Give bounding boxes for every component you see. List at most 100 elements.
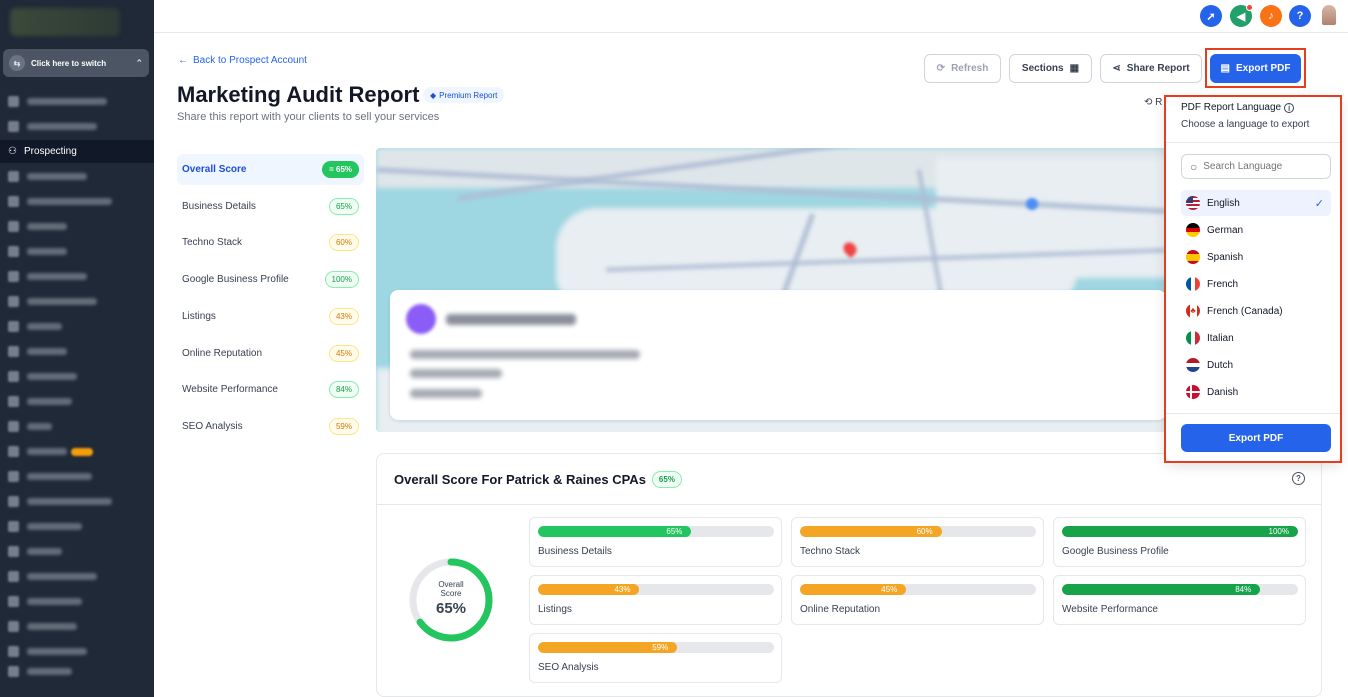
sidebar-item-label: [27, 198, 112, 205]
rocket-icon[interactable]: ➚: [1200, 5, 1222, 27]
metric-card[interactable]: 84% Website Performance: [1053, 575, 1306, 625]
metric-card[interactable]: 45% Online Reputation: [791, 575, 1044, 625]
sidebar-item[interactable]: [0, 165, 154, 188]
help-icon[interactable]: ?: [1289, 5, 1311, 27]
metric-label: Business Details: [538, 546, 612, 557]
sidebar-item[interactable]: [0, 240, 154, 263]
grid-icon: ▦: [1069, 63, 1080, 74]
share-report-button[interactable]: ⋖ Share Report: [1100, 54, 1202, 83]
megaphone-icon[interactable]: ◀: [1230, 4, 1253, 27]
sidebar-item-label: [27, 273, 87, 280]
sidebar-item-label: [27, 473, 92, 480]
score-nav-item[interactable]: Online Reputation 45%: [177, 338, 364, 369]
sidebar-item[interactable]: [0, 565, 154, 588]
progress-track: 43%: [538, 584, 774, 595]
nav-icon: [8, 246, 19, 257]
sidebar-item[interactable]: [0, 190, 154, 213]
chevron-updown-icon: ⌃: [135, 57, 143, 68]
nav-icon: [8, 571, 19, 582]
nav-icon: [8, 646, 19, 657]
sidebar-item[interactable]: [0, 115, 154, 138]
help-icon[interactable]: ?: [1292, 472, 1305, 485]
back-to-prospect-link[interactable]: ← Back to Prospect Account: [178, 55, 307, 66]
sidebar-item-label: [27, 598, 82, 605]
sidebar-item[interactable]: [0, 615, 154, 638]
nav-icon: [8, 171, 19, 182]
sidebar-item[interactable]: [0, 390, 154, 413]
location-dot-icon: [1026, 198, 1038, 210]
metric-label: Techno Stack: [800, 546, 861, 557]
premium-label: Premium Report: [439, 90, 498, 100]
sidebar-item[interactable]: [0, 415, 154, 438]
sections-button[interactable]: Sections ▦: [1009, 54, 1092, 83]
metric-label: Website Performance: [1062, 604, 1158, 615]
sidebar-item-label: [27, 98, 107, 105]
user-avatar[interactable]: [1322, 5, 1336, 25]
bell-icon[interactable]: ♪: [1260, 5, 1282, 27]
metric-card[interactable]: 65% Business Details: [529, 517, 782, 567]
sidebar-item-prospecting[interactable]: ⚇ Prospecting: [0, 140, 154, 163]
sidebar-item-label: [27, 223, 67, 230]
score-nav-item[interactable]: SEO Analysis 59%: [177, 411, 364, 442]
panel-divider: [377, 504, 1321, 505]
score-nav-item[interactable]: Business Details 65%: [177, 191, 364, 222]
sidebar-item[interactable]: [0, 440, 154, 463]
score-nav-item[interactable]: Overall Score = 65%: [177, 154, 364, 185]
progress-fill: 43%: [538, 584, 640, 595]
nav-icon: [8, 471, 19, 482]
refresh-icon: ⟳: [936, 63, 946, 74]
agency-logo[interactable]: [10, 8, 120, 36]
export-button-highlight: [1205, 48, 1306, 88]
metric-label: Listings: [538, 604, 572, 615]
sidebar-item[interactable]: [0, 660, 154, 683]
ring-value: 65%: [435, 600, 467, 617]
sidebar-item[interactable]: [0, 265, 154, 288]
sidebar-item-label: [27, 623, 77, 630]
progress-fill: 65%: [538, 526, 692, 537]
nav-icon: [8, 296, 19, 307]
sidebar-item[interactable]: [0, 340, 154, 363]
account-switcher[interactable]: ⇆ Click here to switch ⌃: [3, 49, 149, 77]
score-nav-badge: 59%: [328, 417, 359, 435]
metric-card[interactable]: 60% Techno Stack: [791, 517, 1044, 567]
sidebar-item[interactable]: [0, 215, 154, 238]
nav-icon: [8, 221, 19, 232]
score-nav-item[interactable]: Techno Stack 60%: [177, 227, 364, 258]
page-title: Marketing Audit Report: [177, 82, 420, 107]
score-nav-badge: 45%: [328, 344, 359, 362]
sidebar-item[interactable]: [0, 315, 154, 338]
sidebar-item[interactable]: [0, 465, 154, 488]
prospecting-icon: ⚇: [8, 146, 17, 157]
score-nav-item[interactable]: Website Performance 84%: [177, 374, 364, 405]
share-icon: ⋖: [1112, 63, 1121, 74]
overall-score-panel: Overall Score For Patrick & Raines CPAs …: [376, 453, 1322, 697]
sidebar-item[interactable]: [0, 515, 154, 538]
metric-card[interactable]: 43% Listings: [529, 575, 782, 625]
nav-icon: [8, 371, 19, 382]
nav-icon: [8, 196, 19, 207]
sidebar-item[interactable]: [0, 90, 154, 113]
share-label: Share Report: [1126, 63, 1190, 74]
metric-card[interactable]: 100% Google Business Profile: [1053, 517, 1306, 567]
refresh-button[interactable]: ⟳ Refresh: [924, 54, 1001, 83]
dropdown-highlight: [1164, 95, 1342, 463]
nav-icon: [8, 621, 19, 632]
arrow-left-icon: ←: [178, 55, 188, 66]
sidebar-item[interactable]: [0, 290, 154, 313]
score-nav-item[interactable]: Listings 43%: [177, 301, 364, 332]
progress-fill: 59%: [538, 642, 678, 653]
score-nav-item[interactable]: Google Business Profile 100%: [177, 264, 364, 295]
sidebar-item-label: [27, 323, 62, 330]
overall-score-title: Overall Score For Patrick & Raines CPAs …: [394, 471, 682, 488]
metric-card[interactable]: 59% SEO Analysis: [529, 633, 782, 683]
metric-label: SEO Analysis: [538, 662, 599, 673]
refresh-label: Refresh: [951, 63, 989, 74]
sidebar-item-label: [27, 348, 67, 355]
sidebar-item[interactable]: [0, 490, 154, 513]
sidebar-item[interactable]: [0, 590, 154, 613]
overall-score-badge: 65%: [651, 471, 682, 488]
sidebar-item[interactable]: [0, 365, 154, 388]
overall-title-text: Overall Score For Patrick & Raines CPAs: [394, 472, 646, 487]
sidebar-item[interactable]: [0, 540, 154, 563]
sidebar-item-label: [27, 423, 52, 430]
